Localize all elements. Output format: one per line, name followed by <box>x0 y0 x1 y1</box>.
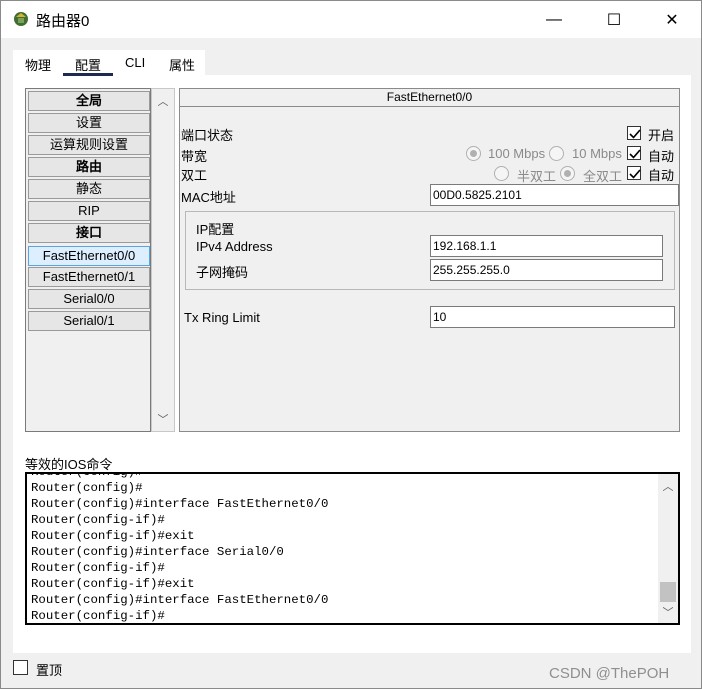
sidebar-header-routing[interactable]: 路由 <box>28 157 150 177</box>
console-line: Router(config-if)# <box>31 513 165 527</box>
bandwidth-100-radio[interactable] <box>466 146 481 161</box>
mac-address-label: MAC地址 <box>181 190 236 205</box>
bandwidth-auto-label: 自动 <box>648 149 675 164</box>
router-app-icon <box>12 10 30 28</box>
pin-on-top-checkbox[interactable] <box>13 660 28 675</box>
sidebar-header-global[interactable]: 全局 <box>28 91 150 111</box>
console-scroll-up-icon[interactable]: ︿ <box>658 478 678 494</box>
sidebar-item-algorithm-settings[interactable]: 运算规则设置 <box>28 135 150 155</box>
sidebar-item-static[interactable]: 静态 <box>28 179 150 199</box>
maximize-button[interactable]: ☐ <box>591 1 637 38</box>
tab-cli[interactable]: CLI <box>125 55 145 70</box>
mac-address-field[interactable]: 00D0.5825.2101 <box>430 184 679 206</box>
sidebar-header-interface[interactable]: 接口 <box>28 223 150 243</box>
tx-ring-limit-label: Tx Ring Limit <box>184 310 260 325</box>
tx-ring-limit-field[interactable]: 10 <box>430 306 675 328</box>
bandwidth-label: 带宽 <box>181 149 208 164</box>
minimize-button[interactable]: — <box>531 1 577 38</box>
console-line: Router(config)# <box>31 481 143 495</box>
console-scrollbar[interactable]: ︿ ﹀ <box>658 474 678 623</box>
checkmark-icon <box>629 169 641 179</box>
window-title: 路由器0 <box>36 13 90 30</box>
tab-config[interactable]: 配置 <box>75 55 101 74</box>
config-sidebar: 全局 设置 运算规则设置 路由 静态 RIP 接口 FastEthernet0/… <box>25 88 151 432</box>
panel-title: FastEthernet0/0 <box>180 89 679 107</box>
ios-commands-label: 等效的IOS命令 <box>25 457 113 472</box>
bandwidth-auto-checkbox[interactable] <box>627 146 641 160</box>
checkmark-icon <box>629 149 641 159</box>
sidebar-item-settings[interactable]: 设置 <box>28 113 150 133</box>
console-scroll-down-icon[interactable]: ﹀ <box>658 604 678 620</box>
ipv4-address-field[interactable]: 192.168.1.1 <box>430 235 663 257</box>
console-line: Router(config)#interface FastEthernet0/0 <box>31 593 329 607</box>
duplex-full-label: 全双工 <box>583 169 623 184</box>
port-on-checkbox[interactable] <box>627 126 641 140</box>
console-line: Router(config-if)#exit <box>31 529 195 543</box>
console-line: Router(config)# <box>31 472 143 479</box>
title-bar[interactable]: 路由器0 — ☐ ✕ <box>1 1 701 38</box>
port-status-label: 端口状态 <box>181 128 234 143</box>
tab-attributes[interactable]: 属性 <box>169 55 195 74</box>
sidebar-item-rip[interactable]: RIP <box>28 201 150 221</box>
port-on-label: 开启 <box>648 128 675 143</box>
duplex-label: 双工 <box>181 168 208 183</box>
ip-config-label: IP配置 <box>196 222 235 237</box>
duplex-half-label: 半双工 <box>517 169 557 184</box>
sidebar-scrollbar[interactable]: ︿ ﹀ <box>151 88 175 432</box>
bandwidth-10-label: 10 Mbps <box>572 146 622 161</box>
router-config-window: 路由器0 — ☐ ✕ 物理 配置 CLI 属性 全局 设置 运算规则设置 路由 … <box>0 0 702 689</box>
console-line: Router(config)#interface Serial0/0 <box>31 545 284 559</box>
active-tab-indicator <box>63 73 113 76</box>
sidebar-item-serial0-1[interactable]: Serial0/1 <box>28 311 150 331</box>
duplex-auto-checkbox[interactable] <box>627 166 641 180</box>
tab-physical[interactable]: 物理 <box>25 55 51 74</box>
watermark-text: CSDN @ThePOH <box>549 665 670 682</box>
duplex-half-radio[interactable] <box>494 166 509 181</box>
bandwidth-10-radio[interactable] <box>549 146 564 161</box>
console-line: Router(config-if)# <box>31 561 165 575</box>
scroll-up-icon[interactable]: ︿ <box>152 93 174 109</box>
subnet-mask-label: 子网掩码 <box>196 265 249 280</box>
console-line: Router(config-if)# <box>31 609 165 623</box>
pin-on-top-label: 置顶 <box>36 663 63 678</box>
ipv4-address-label: IPv4 Address <box>196 239 273 254</box>
ios-command-console[interactable]: Router(config)# Router(config)# Router(c… <box>25 472 680 625</box>
tab-strip: 物理 配置 CLI 属性 <box>13 50 205 75</box>
subnet-mask-field[interactable]: 255.255.255.0 <box>430 259 663 281</box>
console-scroll-thumb[interactable] <box>660 582 676 602</box>
bandwidth-100-label: 100 Mbps <box>488 146 546 161</box>
close-button[interactable]: ✕ <box>649 1 695 38</box>
sidebar-item-fastethernet0-0[interactable]: FastEthernet0/0 <box>28 246 150 266</box>
sidebar-item-fastethernet0-1[interactable]: FastEthernet0/1 <box>28 267 150 287</box>
console-line: Router(config-if)#exit <box>31 577 195 591</box>
duplex-auto-label: 自动 <box>648 168 675 183</box>
duplex-full-radio[interactable] <box>560 166 575 181</box>
checkmark-icon <box>629 129 641 139</box>
scroll-down-icon[interactable]: ﹀ <box>152 411 174 427</box>
sidebar-item-serial0-0[interactable]: Serial0/0 <box>28 289 150 309</box>
console-line: Router(config)#interface FastEthernet0/0 <box>31 497 329 511</box>
